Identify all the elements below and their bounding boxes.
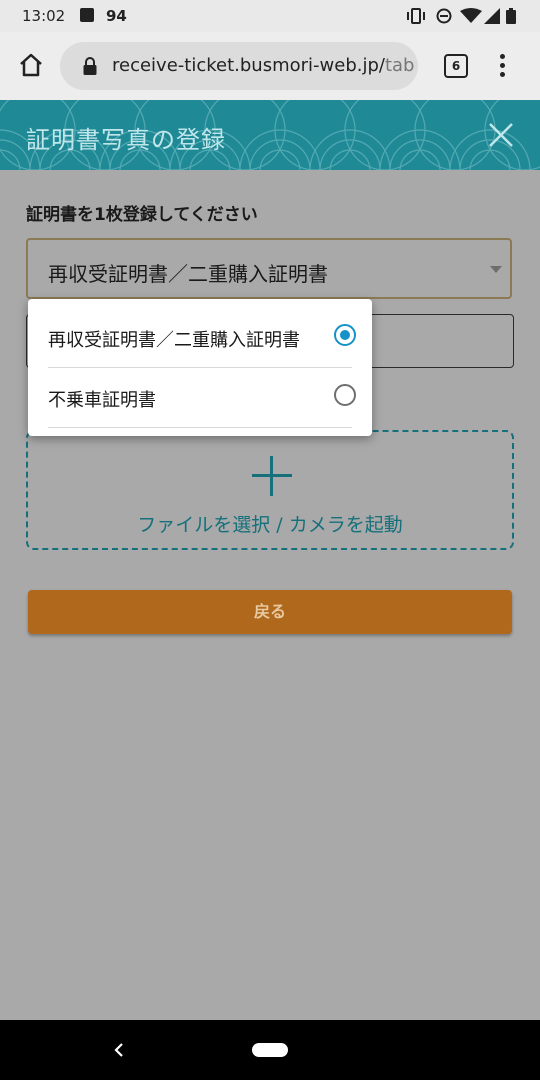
certificate-type-select[interactable]: 再収受証明書／二重購入証明書 (26, 238, 512, 299)
home-icon[interactable] (18, 52, 44, 78)
tab-switcher-button[interactable]: 6 (444, 54, 468, 78)
system-nav-bar (0, 1020, 540, 1080)
do-not-disturb-icon (436, 8, 452, 24)
radio-unselected-icon[interactable] (334, 384, 356, 406)
address-bar[interactable]: receive-ticket.busmori-web.jp/tab (60, 42, 418, 90)
battery-icon (506, 8, 516, 24)
page-title: 証明書写真の登録 (26, 126, 226, 154)
lock-icon (83, 57, 97, 75)
signal-icon (484, 8, 500, 24)
upload-area[interactable]: ファイルを選択 / カメラを起動 (26, 430, 514, 550)
wifi-icon (460, 8, 482, 23)
status-bar: 13:02 94 (0, 0, 540, 32)
more-menu-icon[interactable] (500, 54, 508, 80)
image-icon (80, 8, 94, 22)
dropdown-option[interactable]: 不乗車証明書 (48, 367, 356, 428)
vibrate-icon (407, 8, 425, 24)
plus-icon (252, 456, 292, 496)
close-icon[interactable] (488, 122, 514, 148)
option-label: 再収受証明書／二重購入証明書 (48, 330, 300, 351)
url-text: receive-ticket.busmori-web.jp/tab (112, 55, 415, 76)
dropdown-menu: 再収受証明書／二重購入証明書 不乗車証明書 (28, 299, 372, 436)
home-pill-icon[interactable] (252, 1043, 288, 1057)
app-header: 証明書写真の登録 (0, 100, 540, 170)
back-icon[interactable] (112, 1042, 126, 1058)
notification-count: 94 (106, 7, 127, 25)
instruction-text: 証明書を1枚登録してください (26, 205, 258, 225)
option-label: 不乗車証明書 (48, 390, 156, 411)
dropdown-option[interactable]: 再収受証明書／二重購入証明書 (48, 307, 356, 368)
select-value: 再収受証明書／二重購入証明書 (48, 262, 328, 286)
status-time: 13:02 (22, 7, 66, 25)
upload-label: ファイルを選択 / カメラを起動 (137, 514, 403, 536)
back-button[interactable]: 戻る (28, 590, 512, 634)
radio-selected-icon[interactable] (334, 324, 356, 346)
chevron-down-icon (490, 266, 502, 273)
browser-toolbar: receive-ticket.busmori-web.jp/tab 6 (0, 32, 540, 100)
